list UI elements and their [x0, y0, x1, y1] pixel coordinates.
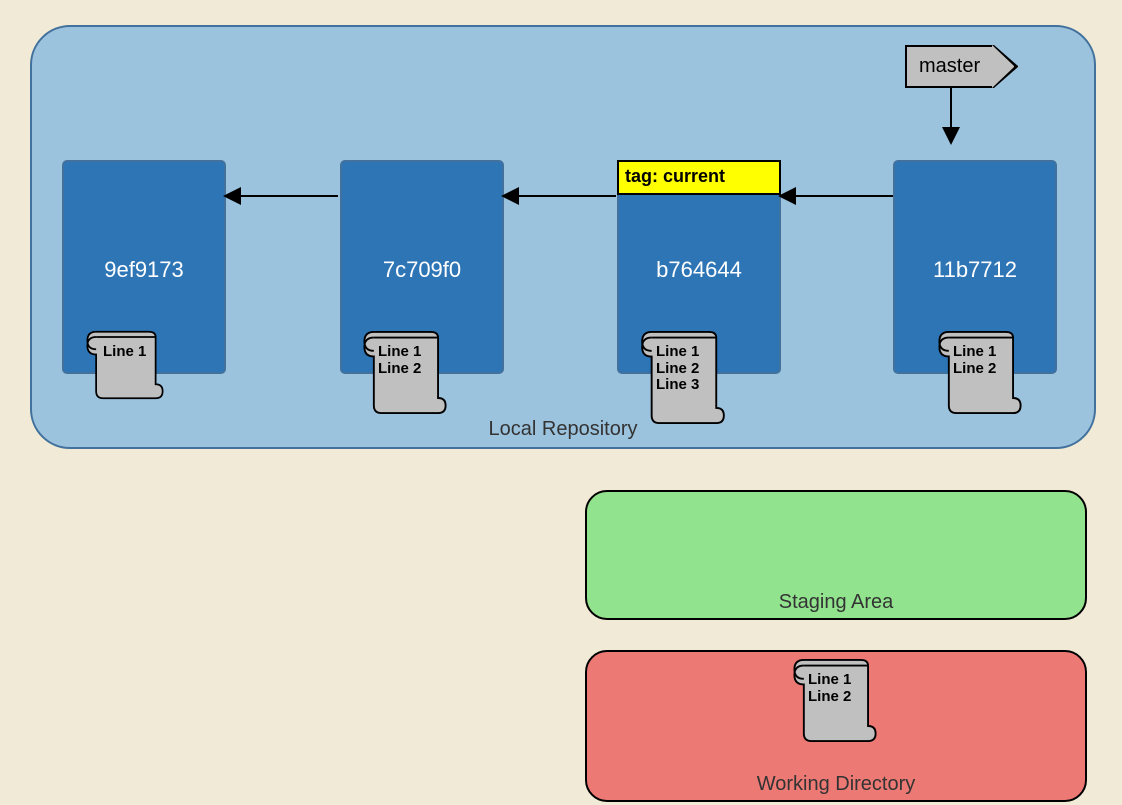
scroll-lines-4: Line 1 Line 2: [953, 344, 996, 377]
staging-area-box: Staging Area: [585, 490, 1087, 620]
arrow-c4-to-c3: [780, 195, 893, 197]
commit-hash-2: 7c709f0: [342, 257, 502, 283]
arrow-c3-to-c2: [503, 195, 616, 197]
scroll-lines-1: Line 1: [103, 344, 146, 361]
scroll-commit-3: Line 1 Line 2 Line 3: [638, 330, 728, 425]
scroll-lines-3: Line 1 Line 2 Line 3: [656, 344, 699, 394]
commit-hash-3: b764644: [619, 257, 779, 283]
local-repository-label: Local Repository: [32, 418, 1094, 441]
working-directory-label: Working Directory: [587, 773, 1085, 796]
arrow-master-to-commit: [950, 88, 952, 143]
branch-master-label: master: [919, 55, 980, 77]
arrow-c2-to-c1: [225, 195, 338, 197]
scroll-lines-2: Line 1 Line 2: [378, 344, 421, 377]
scroll-lines-working: Line 1 Line 2: [808, 672, 851, 705]
staging-area-label: Staging Area: [587, 591, 1085, 614]
commit-hash-4: 11b7712: [895, 257, 1055, 283]
tag-current: tag: current: [617, 160, 781, 195]
commit-hash-1: 9ef9173: [64, 257, 224, 283]
scroll-working: Line 1 Line 2: [790, 658, 880, 743]
scroll-commit-1: Line 1: [85, 330, 165, 400]
scroll-commit-4: Line 1 Line 2: [935, 330, 1025, 415]
scroll-commit-2: Line 1 Line 2: [360, 330, 450, 415]
branch-master-tag: master: [905, 45, 994, 88]
